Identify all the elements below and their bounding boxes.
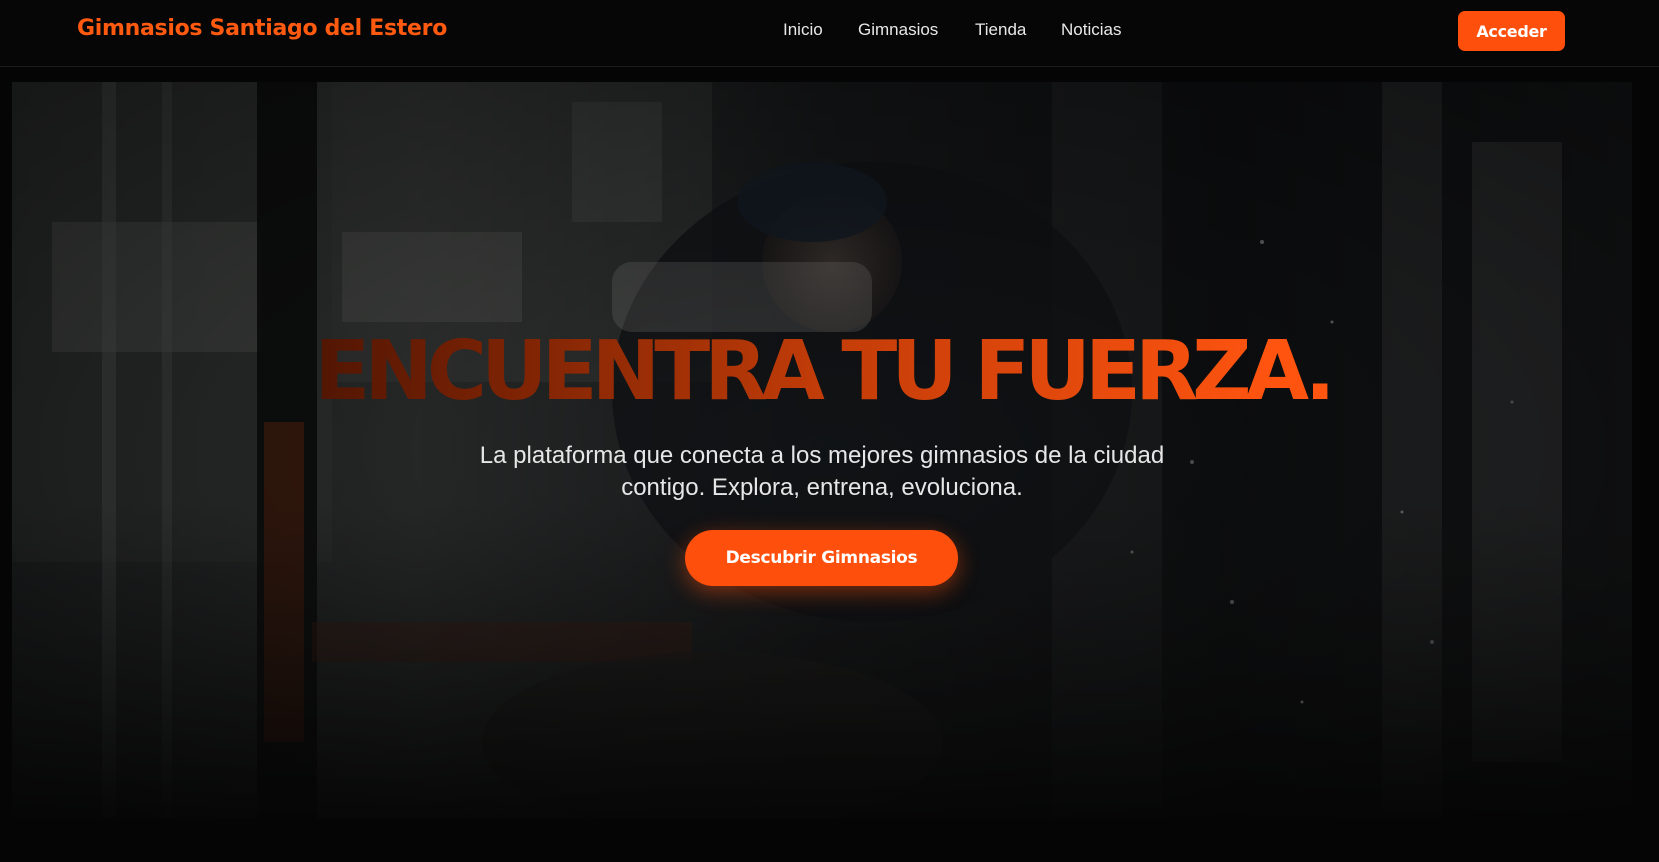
nav-link-inicio[interactable]: Inicio — [783, 20, 823, 40]
nav-link-noticias[interactable]: Noticias — [1061, 20, 1121, 40]
nav-link-tienda[interactable]: Tienda — [975, 20, 1026, 40]
top-navbar: Gimnasios Santiago del Estero Inicio Gim… — [0, 0, 1659, 67]
nav-link-gimnasios[interactable]: Gimnasios — [858, 20, 938, 40]
login-button[interactable]: Acceder — [1458, 11, 1565, 51]
hero-title: ENCUENTRA TU FUERZA. — [12, 325, 1632, 419]
hero-section: ENCUENTRA TU FUERZA. La plataforma que c… — [12, 82, 1632, 819]
hero-subtitle: La plataforma que conecta a los mejores … — [479, 442, 1165, 501]
brand-logo[interactable]: Gimnasios Santiago del Estero — [77, 16, 447, 41]
discover-gyms-button[interactable]: Descubrir Gimnasios — [685, 530, 958, 586]
